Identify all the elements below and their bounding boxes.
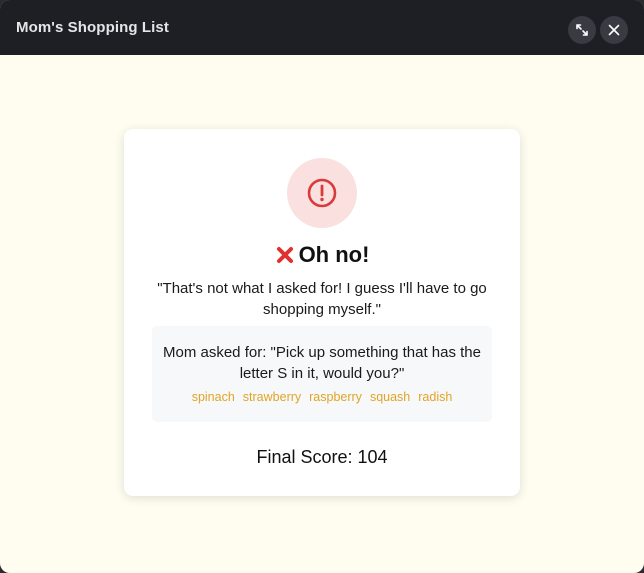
- example-answer: radish: [418, 390, 453, 404]
- request-text: Mom asked for: "Pick up something that h…: [163, 344, 481, 382]
- example-answer: raspberry: [309, 390, 362, 404]
- close-button[interactable]: [600, 16, 628, 44]
- final-score: Final Score: 104: [256, 447, 388, 467]
- title-bar: Mom's Shopping List: [0, 0, 644, 55]
- expand-icon: [576, 24, 588, 36]
- red-x-icon: [276, 247, 293, 263]
- alert-badge: [287, 158, 357, 228]
- example-answer: spinach: [191, 390, 235, 404]
- request-box: Mom asked for: "Pick up something that h…: [152, 326, 492, 422]
- game-area: Oh no! "That's not what I asked for! I g…: [0, 55, 644, 573]
- result-heading: Oh no!: [124, 242, 520, 268]
- result-heading-text: Oh no!: [298, 242, 370, 267]
- result-message: "That's not what I asked for! I guess I'…: [157, 280, 487, 318]
- example-answer: strawberry: [242, 390, 302, 404]
- example-answers: spinach strawberry raspberry squash radi…: [152, 390, 492, 404]
- app-window: Mom's Shopping List Oh no! "That's not w…: [0, 0, 644, 573]
- window-title: Mom's Shopping List: [16, 19, 169, 36]
- example-answer: squash: [369, 390, 411, 404]
- alert-circle-icon: [307, 178, 337, 208]
- expand-button[interactable]: [568, 16, 596, 44]
- result-card: Oh no! "That's not what I asked for! I g…: [124, 129, 520, 496]
- close-icon: [608, 24, 620, 36]
